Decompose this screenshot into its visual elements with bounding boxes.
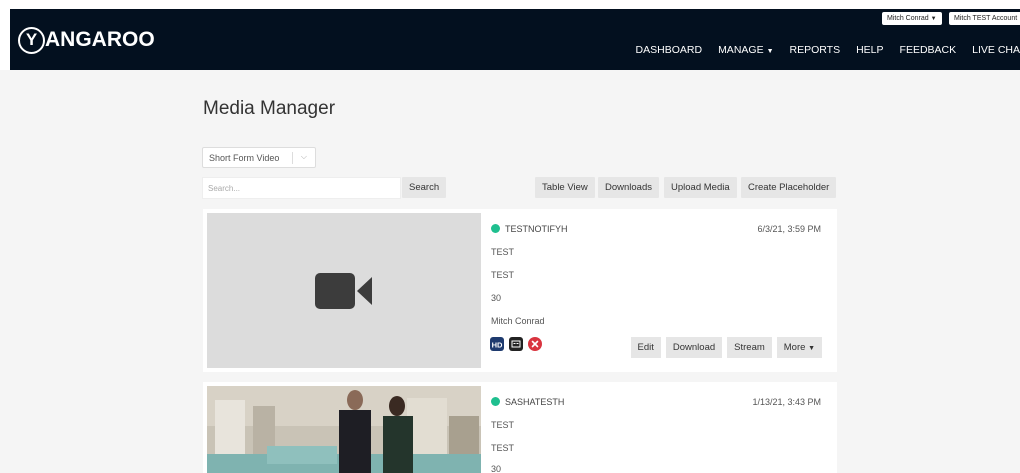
logo-mark: Y [18,26,45,54]
nav-feedback[interactable]: FEEDBACK [900,44,957,56]
account-menu-button[interactable]: Mitch TEST Account▼ [949,12,1020,25]
video-still-image [207,386,481,473]
status-dot [491,397,500,406]
svg-text:HD: HD [492,340,503,349]
create-placeholder-button[interactable]: Create Placeholder [741,177,837,198]
download-button[interactable]: Download [665,337,723,358]
account-menu-label: Mitch TEST Account [954,15,1018,22]
page-title: Media Manager [203,98,336,119]
nav-dashboard[interactable]: DASHBOARD [636,44,703,56]
media-thumbnail[interactable] [207,213,481,368]
table-view-button[interactable]: Table View [535,177,595,198]
caret-down-icon: ▼ [766,48,774,55]
media-title[interactable]: SASHATESTH [505,397,564,407]
user-menu-label: Mitch Conrad [887,15,929,22]
category-select[interactable]: Short Form Video ⌵ [202,147,316,168]
media-owner: Mitch Conrad [491,316,545,326]
nav-manage-label: MANAGE [718,44,764,56]
media-meta-line: TEST [491,420,515,430]
media-duration: 30 [491,464,502,473]
media-thumbnail[interactable] [207,386,481,473]
media-card: SASHATESTH 1/13/21, 3:43 PM TEST TEST 30 [203,382,837,473]
nav-manage[interactable]: MANAGE ▼ [718,44,773,56]
downloads-button[interactable]: Downloads [598,177,659,198]
logo-text: ANGAROO [45,28,155,51]
nav-live-chat[interactable]: LIVE CHA [972,44,1020,56]
media-meta-line: TEST [491,247,515,257]
media-actions: Edit Download Stream More ▼ [630,337,822,358]
hd-badge-icon: HD [490,337,504,351]
edit-button[interactable]: Edit [630,337,661,358]
caret-down-icon: ▼ [808,345,815,352]
media-title[interactable]: TESTNOTIFYH [505,224,568,234]
chevron-down-icon: ⌵ [300,152,307,161]
error-x-icon [528,337,542,351]
category-select-value: Short Form Video [209,153,280,163]
search-button[interactable]: Search [402,177,446,198]
user-menu-button[interactable]: Mitch Conrad ▼ [882,12,942,25]
top-header: Y ANGAROO Mitch Conrad ▼ Mitch TEST Accou… [10,9,1020,70]
upload-media-button[interactable]: Upload Media [664,177,737,198]
caret-down-icon: ▼ [930,16,937,22]
media-date: 1/13/21, 3:43 PM [752,397,821,407]
video-camera-icon [315,273,372,309]
media-date: 6/3/21, 3:59 PM [757,224,821,234]
closed-caption-icon [509,337,523,351]
media-meta-line: TEST [491,443,515,453]
media-card: TESTNOTIFYH 6/3/21, 3:59 PM TEST TEST 30… [203,209,837,372]
more-button[interactable]: More ▼ [776,337,822,358]
more-label: More [783,342,806,353]
select-divider [292,152,293,164]
brand-logo[interactable]: Y ANGAROO [18,26,155,54]
nav-reports[interactable]: REPORTS [790,44,841,56]
status-dot [491,224,500,233]
nav-help[interactable]: HELP [856,44,883,56]
main-nav: DASHBOARD MANAGE ▼ REPORTS HELP FEEDBACK … [620,42,1020,58]
media-meta-line: TEST [491,270,515,280]
media-duration: 30 [491,293,502,303]
media-badges: HD [490,337,542,351]
search-input[interactable] [202,177,401,199]
stream-button[interactable]: Stream [727,337,772,358]
